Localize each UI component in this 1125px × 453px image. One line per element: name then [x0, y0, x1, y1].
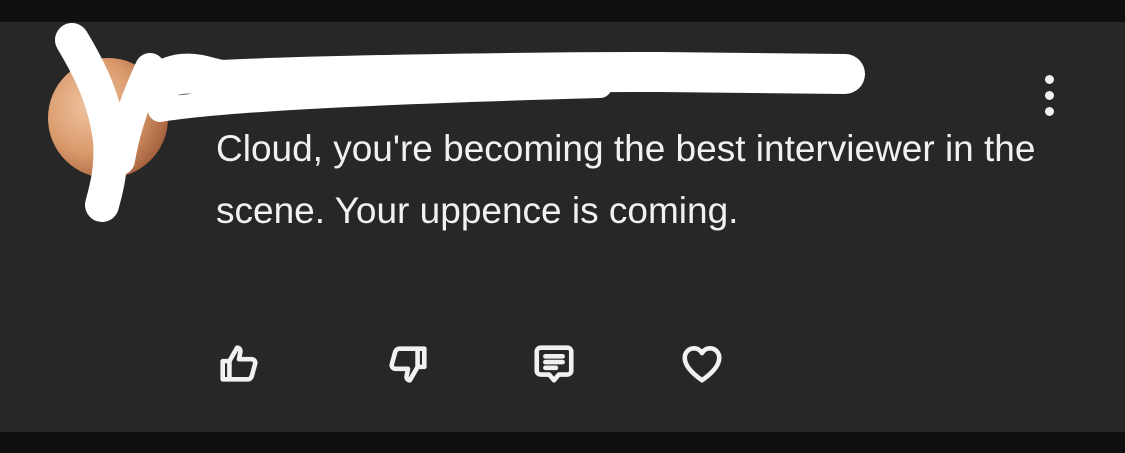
avatar[interactable] [48, 58, 168, 178]
like-button[interactable] [215, 340, 263, 388]
heart-icon [682, 345, 722, 383]
thumbs-up-icon [220, 345, 258, 382]
heart-button[interactable] [678, 340, 726, 388]
comment-author-handle[interactable]: @l [215, 62, 252, 92]
more-vertical-icon-dot [1044, 106, 1054, 116]
more-vertical-icon-dot [1044, 74, 1054, 84]
more-options-button[interactable] [1026, 70, 1072, 120]
thumbs-down-icon [389, 346, 427, 383]
reply-button[interactable] [530, 340, 578, 388]
more-vertical-icon-dot [1044, 90, 1054, 100]
reply-comment-icon [534, 345, 574, 383]
dislike-button[interactable] [384, 340, 432, 388]
screenshot-frame: @l Cloud, you're becoming the best inter… [0, 0, 1125, 453]
comment-text: Cloud, you're becoming the best intervie… [216, 128, 1036, 231]
